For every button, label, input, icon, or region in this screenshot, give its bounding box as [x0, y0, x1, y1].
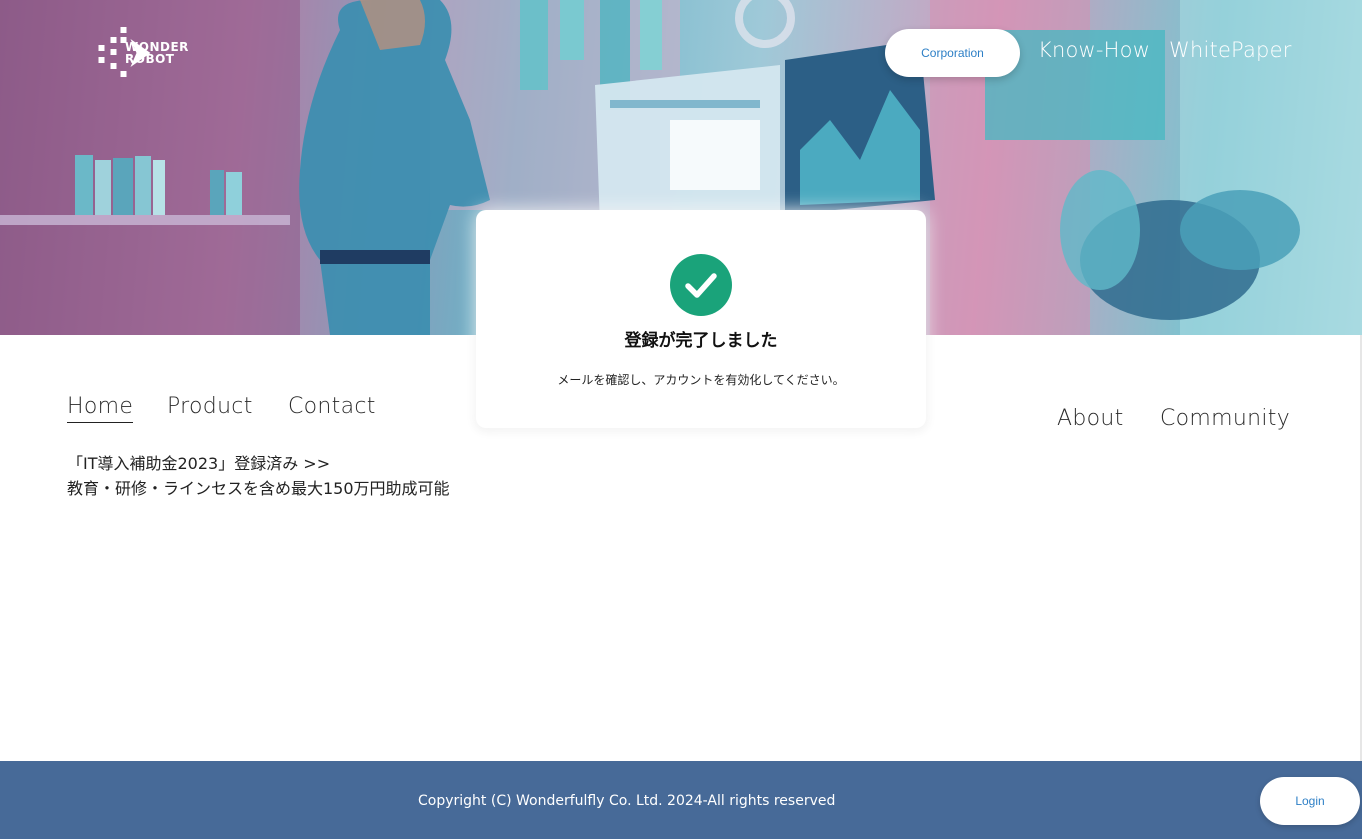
header-link-know-how[interactable]: Know-How — [1038, 38, 1150, 62]
nav-home[interactable]: Home — [67, 394, 134, 423]
dialog-message: メールを確認し、アカウントを有効化してください。 — [557, 373, 845, 387]
corporation-button[interactable]: Corporation — [885, 29, 1020, 77]
copyright-text: Copyright (C) Wonderfulfly Co. Ltd. 2024… — [418, 793, 836, 809]
promo-description: 教育・研修・ラインセスを含め最大150万円助成可能 — [67, 479, 450, 498]
header-link-whitepaper[interactable]: WhitePaper — [1169, 38, 1292, 62]
promo-subsidy-link[interactable]: 「IT導入補助金2023」登録済み >> — [67, 451, 450, 476]
promo-text: 「IT導入補助金2023」登録済み >> 教育・研修・ラインセスを含め最大150… — [67, 451, 450, 501]
brand-line-2: ROBOT — [125, 52, 175, 66]
nav-product[interactable]: Product — [167, 394, 253, 419]
page: WONDER ROBOT Corporation Know-How WhiteP… — [0, 0, 1362, 839]
registration-success-dialog: 登録が完了しました メールを確認し、アカウントを有効化してください。 — [476, 210, 926, 428]
brand-name: WONDER ROBOT — [125, 41, 189, 65]
dialog-title: 登録が完了しました — [624, 331, 778, 351]
check-circle-icon — [670, 254, 732, 316]
footer: Copyright (C) Wonderfulfly Co. Ltd. 2024… — [0, 761, 1362, 839]
login-button[interactable]: Login — [1260, 777, 1360, 825]
nav-community[interactable]: Community — [1160, 406, 1290, 431]
nav-contact[interactable]: Contact — [288, 394, 376, 419]
nav-about[interactable]: About — [1057, 406, 1124, 431]
